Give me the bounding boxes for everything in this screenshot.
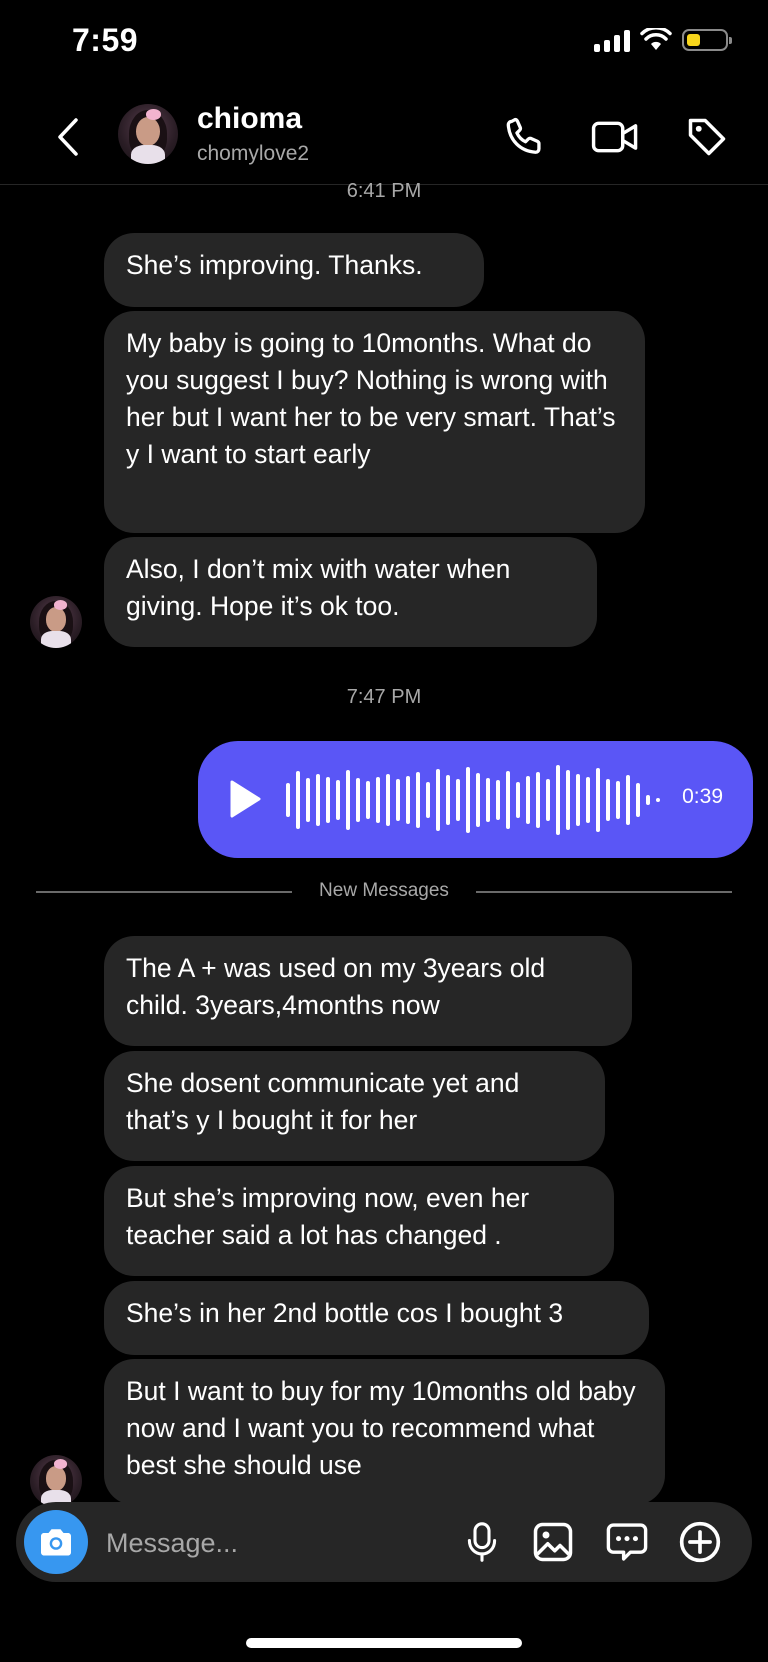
waveform-bar <box>416 771 420 828</box>
more-options-button[interactable] <box>676 1518 724 1566</box>
contact-name[interactable]: chioma <box>197 102 302 136</box>
waveform-bar <box>566 769 570 830</box>
microphone-icon <box>467 1522 497 1562</box>
status-icons <box>594 28 732 52</box>
received-message[interactable]: She dosent communicate yet and that’s y … <box>104 1051 605 1161</box>
image-icon <box>533 1522 573 1562</box>
waveform-bar <box>396 778 400 821</box>
waveform-bar <box>506 770 510 829</box>
received-message[interactable]: But she’s improving now, even her teache… <box>104 1166 614 1276</box>
status-time: 7:59 <box>72 22 139 58</box>
waveform-bar <box>286 782 290 817</box>
message-input[interactable] <box>104 1518 428 1568</box>
voice-record-button[interactable] <box>458 1518 506 1566</box>
waveform-bar <box>606 778 610 821</box>
waveform-bar <box>496 779 500 820</box>
waveform-bar <box>636 782 640 817</box>
waveform-bar <box>336 779 340 820</box>
video-call-button[interactable] <box>590 112 640 162</box>
waveform-bar <box>386 773 390 826</box>
waveform-bar <box>326 776 330 823</box>
video-camera-icon <box>591 121 638 153</box>
cellular-signal-icon <box>594 28 630 52</box>
sender-avatar[interactable] <box>30 596 82 648</box>
plus-icon <box>679 1521 721 1563</box>
sticker-button[interactable] <box>603 1518 651 1566</box>
waveform-bar <box>366 780 370 819</box>
waveform-bar <box>546 778 550 821</box>
received-message[interactable]: She’s in her 2nd bottle cos I bought 3 <box>104 1281 649 1355</box>
phone-icon <box>506 117 541 154</box>
waveform-bar <box>426 781 430 818</box>
waveform-bar <box>476 772 480 827</box>
waveform-bar <box>576 773 580 826</box>
tag-icon <box>688 118 726 156</box>
waveform-bar <box>616 780 620 819</box>
waveform-bar <box>376 776 380 823</box>
gallery-button[interactable] <box>529 1518 577 1566</box>
play-icon[interactable] <box>226 779 262 819</box>
waveform-bar <box>446 774 450 825</box>
contact-username[interactable]: chomylove2 <box>197 142 309 166</box>
new-messages-divider-right <box>476 891 732 893</box>
received-message[interactable]: My baby is going to 10months. What do yo… <box>104 311 645 533</box>
waveform-bar <box>316 773 320 826</box>
camera-button[interactable] <box>24 1510 88 1574</box>
status-bar: 7:59 <box>0 0 768 90</box>
waveform-bar <box>556 764 560 835</box>
waveform-bar <box>466 766 470 833</box>
chat-header: chioma chomylove2 <box>0 90 768 185</box>
message-composer <box>16 1502 752 1582</box>
chevron-left-icon <box>58 118 78 156</box>
waveform-bar <box>456 778 460 821</box>
voice-message[interactable]: 0:39 <box>198 741 753 858</box>
waveform-bar <box>296 770 300 829</box>
received-message[interactable]: But I want to buy for my 10months old ba… <box>104 1359 665 1505</box>
message-timestamp: 6:41 PM <box>346 180 422 202</box>
battery-icon <box>682 29 732 51</box>
waveform-bar <box>596 767 600 832</box>
waveform-bar <box>406 775 410 824</box>
waveform-bar <box>586 776 590 823</box>
contact-avatar[interactable] <box>118 104 178 164</box>
received-message[interactable]: She’s improving. Thanks. <box>104 233 484 307</box>
camera-icon <box>41 1529 71 1556</box>
waveform-dot <box>656 797 660 802</box>
home-indicator <box>246 1638 522 1648</box>
battery-fill <box>687 34 700 46</box>
wifi-icon <box>640 28 672 50</box>
waveform-bar <box>536 771 540 828</box>
voice-call-button[interactable] <box>500 112 550 162</box>
waveform-bar <box>486 777 490 822</box>
waveform-bar <box>356 777 360 822</box>
back-button[interactable] <box>48 112 88 162</box>
waveform-bar <box>306 777 310 822</box>
voice-duration: 0:39 <box>682 785 723 808</box>
voice-waveform[interactable] <box>286 741 660 858</box>
waveform-bar <box>526 775 530 824</box>
waveform-dot <box>646 794 650 805</box>
message-timestamp: 7:47 PM <box>346 686 422 708</box>
received-message[interactable]: The A + was used on my 3years old child.… <box>104 936 632 1046</box>
tag-button[interactable] <box>682 112 732 162</box>
sticker-icon <box>606 1523 648 1561</box>
waveform-bar <box>626 774 630 825</box>
received-message[interactable]: Also, I don’t mix with water when giving… <box>104 537 597 647</box>
sender-avatar[interactable] <box>30 1455 82 1507</box>
waveform-bar <box>516 781 520 818</box>
waveform-bar <box>346 769 350 830</box>
waveform-bar <box>436 768 440 831</box>
